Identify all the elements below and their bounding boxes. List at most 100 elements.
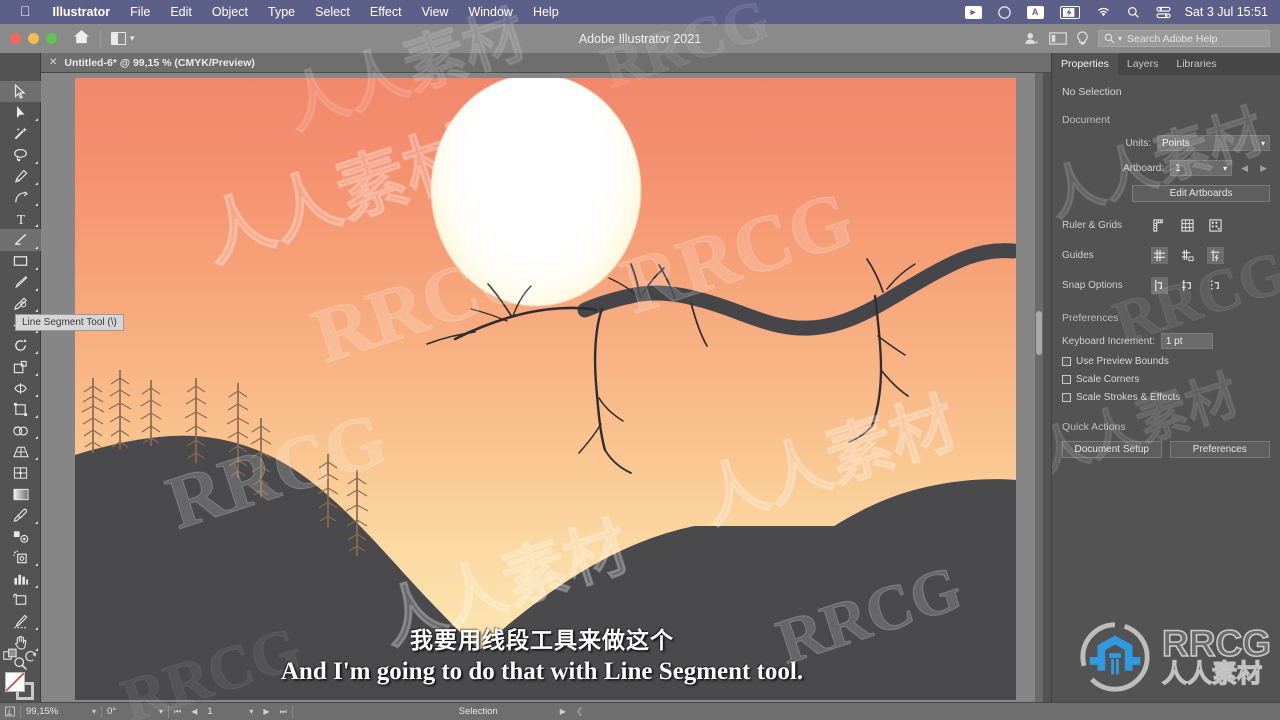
chevron-down-icon[interactable]: ▾	[130, 33, 135, 44]
tool-magic-wand-tool[interactable]	[0, 123, 41, 144]
fill-none-swatch[interactable]	[5, 672, 25, 692]
tool-slice-tool[interactable]	[0, 611, 41, 632]
tool-width-tool[interactable]	[0, 378, 41, 399]
checkbox-box[interactable]	[1062, 357, 1071, 366]
menu-item-file[interactable]: File	[120, 5, 160, 19]
chevron-down-icon[interactable]: ▾	[1223, 164, 1227, 173]
tool-lasso-tool[interactable]	[0, 145, 41, 166]
preferences-button[interactable]: Preferences	[1169, 441, 1270, 458]
chevron-down-icon[interactable]: ▾	[1118, 34, 1122, 43]
color-mode-icon[interactable]	[3, 648, 18, 667]
wifi-icon[interactable]	[1088, 6, 1119, 18]
snap-to-pixel-icon[interactable]	[1207, 277, 1224, 294]
prev-artboard-icon[interactable]: ◀	[186, 703, 202, 720]
menu-item-help[interactable]: Help	[523, 5, 569, 19]
screen-mode-icon[interactable]	[1049, 32, 1067, 45]
minimize-window-button[interactable]	[28, 33, 39, 44]
checkbox-box[interactable]	[1062, 393, 1071, 402]
menu-item-select[interactable]: Select	[305, 5, 360, 19]
resize-grip-icon[interactable]	[0, 703, 20, 720]
canvas-area[interactable]: 人人素材 RRCG RRCG 人人素材 RRCG 人人素材 RRCG 我要用线段…	[41, 73, 1043, 702]
artboard-artwork[interactable]: 人人素材 RRCG RRCG 人人素材 RRCG 人人素材 RRCG	[75, 78, 1016, 700]
tool-symbol-sprayer-tool[interactable]	[0, 547, 41, 568]
close-window-button[interactable]	[10, 33, 21, 44]
arrange-documents-icon[interactable]: ▾	[111, 32, 135, 45]
menu-item-edit[interactable]: Edit	[160, 5, 202, 19]
tool-blend-tool[interactable]	[0, 526, 41, 547]
edit-artboards-button[interactable]: Edit Artboards	[1132, 185, 1270, 202]
change-screen-mode-icon[interactable]	[24, 648, 38, 667]
lock-guides-icon[interactable]	[1179, 247, 1196, 264]
tools-panel[interactable]: T Line Segment Tool (\)	[0, 53, 124, 702]
show-guides-icon[interactable]	[1151, 247, 1168, 264]
tool-rotate-tool[interactable]	[0, 335, 41, 356]
tool-shape-builder-tool[interactable]	[0, 420, 41, 441]
tab-layers[interactable]: Layers	[1118, 53, 1168, 75]
fill-stroke-swatches[interactable]	[0, 668, 41, 702]
show-transparency-grid-icon[interactable]	[1207, 217, 1224, 234]
tab-properties[interactable]: Properties	[1052, 53, 1118, 75]
panel-tabs[interactable]: Properties Layers Libraries	[1052, 53, 1280, 75]
zoom-level-field[interactable]: 99,15%	[21, 703, 87, 720]
artboard-select[interactable]: 1 ▾	[1170, 160, 1233, 176]
rotation-field[interactable]: 0°	[102, 703, 154, 720]
tool-scale-tool[interactable]	[0, 356, 41, 377]
battery-icon[interactable]	[1052, 5, 1088, 19]
keyboard-increment-input[interactable]: 1 pt	[1160, 333, 1213, 349]
tool-gradient-tool[interactable]	[0, 484, 41, 505]
control-center-icon[interactable]	[1148, 6, 1179, 19]
menu-item-view[interactable]: View	[412, 5, 459, 19]
scale-strokes-effects-checkbox[interactable]: Scale Strokes & Effects	[1062, 392, 1270, 403]
first-artboard-icon[interactable]: ⏮	[169, 703, 186, 720]
screen-record-icon[interactable]: ►	[957, 5, 990, 19]
menu-item-window[interactable]: Window	[458, 5, 522, 19]
make-guides-icon[interactable]	[1207, 247, 1224, 264]
next-artboard-icon[interactable]: ▶	[258, 703, 274, 720]
menu-item-type[interactable]: Type	[258, 5, 305, 19]
tab-libraries[interactable]: Libraries	[1167, 53, 1225, 75]
tool-eyedropper-tool[interactable]	[0, 505, 41, 526]
tool-rectangle-tool[interactable]	[0, 251, 41, 272]
menubar-clock[interactable]: Sat 3 Jul 15:51	[1179, 5, 1272, 19]
apple-icon[interactable]: 	[8, 3, 43, 21]
scrollbar-thumb[interactable]	[1036, 311, 1042, 355]
last-artboard-icon[interactable]: ⏭	[275, 703, 292, 720]
keyboard-input-icon[interactable]: A	[1019, 5, 1052, 19]
canvas-vertical-scrollbar[interactable]	[1035, 73, 1043, 702]
tool-artboard-tool[interactable]	[0, 590, 41, 611]
use-preview-bounds-checkbox[interactable]: Use Preview Bounds	[1062, 356, 1270, 367]
tool-line-segment-tool[interactable]	[0, 229, 41, 251]
status-play-icon[interactable]: ▶	[555, 703, 571, 720]
rotation-dropdown-button[interactable]: ▾	[154, 703, 168, 720]
maximize-window-button[interactable]	[46, 33, 57, 44]
menu-item-illustrator[interactable]: Illustrator	[43, 5, 121, 19]
tool-selection-tool[interactable]	[0, 81, 41, 103]
tool-pen-tool[interactable]	[0, 166, 41, 187]
units-select[interactable]: Points ▾	[1157, 135, 1270, 151]
next-artboard-button[interactable]: ▶	[1257, 163, 1270, 174]
snap-to-grid-icon[interactable]	[1179, 277, 1196, 294]
tool-direct-selection-tool[interactable]	[0, 102, 41, 123]
menu-item-effect[interactable]: Effect	[360, 5, 412, 19]
search-icon[interactable]	[1119, 6, 1148, 19]
zoom-dropdown-button[interactable]: ▾	[87, 703, 101, 720]
close-icon[interactable]: ✕	[49, 57, 57, 68]
tool-free-transform-tool[interactable]	[0, 399, 41, 420]
artboard-number-field[interactable]: 1	[202, 703, 244, 720]
tool-type-tool[interactable]: T	[0, 208, 41, 229]
show-grid-icon[interactable]	[1179, 217, 1196, 234]
safari-icon[interactable]	[990, 5, 1019, 19]
home-icon[interactable]	[73, 29, 90, 48]
snap-to-point-icon[interactable]	[1151, 277, 1168, 294]
prev-artboard-button[interactable]: ◀	[1238, 163, 1251, 174]
search-adobe-help-input[interactable]: ▾ Search Adobe Help	[1098, 30, 1270, 47]
checkbox-box[interactable]	[1062, 375, 1071, 384]
tool-shaper-tool[interactable]	[0, 293, 41, 314]
tool-perspective-grid-tool[interactable]	[0, 441, 41, 462]
artboard-dropdown-button[interactable]: ▾	[244, 703, 258, 720]
scale-corners-checkbox[interactable]: Scale Corners	[1062, 374, 1270, 385]
tool-mesh-tool[interactable]	[0, 462, 41, 483]
discover-bulb-icon[interactable]	[1076, 31, 1089, 46]
tool-curvature-tool[interactable]	[0, 187, 41, 208]
tool-column-graph-tool[interactable]	[0, 568, 41, 589]
